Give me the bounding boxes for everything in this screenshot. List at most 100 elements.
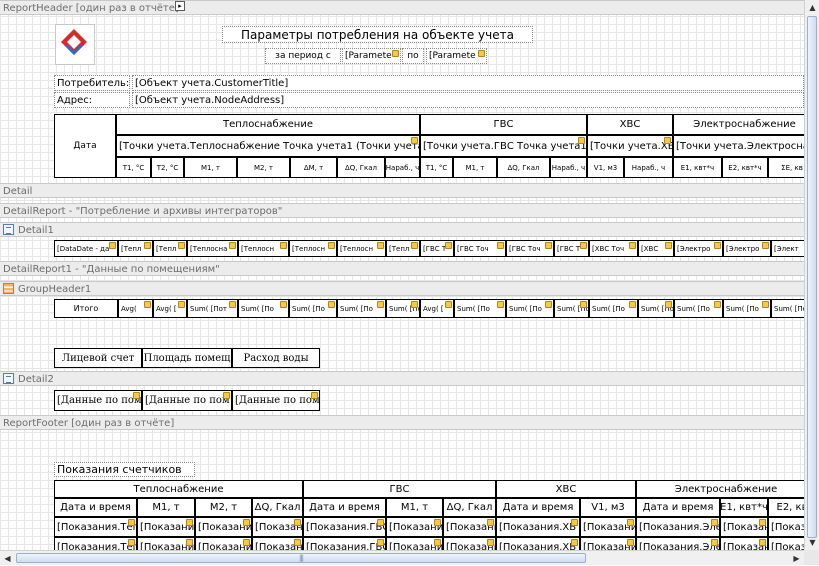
meters-row1-cell-9[interactable]: [Показания.Эле <box>636 517 720 537</box>
band-report-footer[interactable]: ReportFooter [один раз в отчёте] <box>0 415 804 430</box>
consumer-label[interactable]: Потребитель: <box>54 75 130 91</box>
detail1-cell-10[interactable]: [ГВС Точ <box>506 240 554 257</box>
meters-col-header-5[interactable]: M1, т <box>386 498 443 517</box>
param-col-header-12[interactable]: Нараб., ч <box>624 157 673 178</box>
param-col-header-5[interactable]: ΔQ, Гкал <box>337 157 385 178</box>
param-col-header-9[interactable]: ΔQ, Гкал <box>497 157 550 178</box>
meters-col-header-0[interactable]: Дата и время <box>54 498 137 517</box>
group-header-3[interactable]: Электроснабжение <box>673 114 804 135</box>
param-col-header-8[interactable]: M1, т <box>453 157 497 178</box>
group-header-cell-15[interactable]: Sum( [По <box>723 299 771 318</box>
band-detail-report[interactable]: DetailReport - "Потребление и архивы инт… <box>0 203 804 218</box>
meters-group-header-2[interactable]: ХВС <box>496 480 636 498</box>
meters-row2-cell-0[interactable]: [Показания.Теп <box>54 537 137 550</box>
scroll-down-icon[interactable]: ▼ <box>805 535 819 550</box>
meters-title[interactable]: Показания счетчиков <box>54 462 195 477</box>
group-header-cell-14[interactable]: Sum( [По <box>674 299 723 318</box>
param-col-header-6[interactable]: Нараб., ч <box>385 157 420 178</box>
premises-header-2[interactable]: Расход воды <box>232 348 320 368</box>
group-header-cell-0[interactable]: Итого <box>54 299 118 318</box>
detail1-cell-2[interactable]: [Тепл <box>153 240 187 257</box>
detail1-cell-11[interactable]: [ГВС Т <box>554 240 589 257</box>
param-col-header-15[interactable]: ΣE, кв <box>768 157 804 178</box>
detail1-cell-13[interactable]: [ХВС <box>638 240 674 257</box>
meters-group-header-1[interactable]: ГВС <box>303 480 496 498</box>
meters-row2-cell-5[interactable]: [Показани <box>386 537 443 550</box>
report-title[interactable]: Параметры потребления на объекте учета <box>222 26 533 43</box>
meters-group-header-0[interactable]: Теплоснабжение <box>54 480 303 498</box>
date-column-header[interactable]: Дата <box>54 114 116 178</box>
detail1-cell-14[interactable]: [Электро <box>674 240 723 257</box>
consumer-value[interactable]: [Объект учета.CustomerTitle] <box>132 75 804 91</box>
meters-row2-cell-2[interactable]: [Показани <box>195 537 252 550</box>
address-value[interactable]: [Объект учета.NodeAddress] <box>132 92 804 108</box>
scroll-right-icon[interactable]: ▶ <box>789 551 804 566</box>
meters-row2-cell-9[interactable]: [Показания.Эле <box>636 537 720 550</box>
meters-row1-cell-11[interactable]: [Показа <box>768 517 804 537</box>
premises-header-0[interactable]: Лицевой счет <box>54 348 142 368</box>
meters-row1-cell-6[interactable]: [Показани <box>443 517 496 537</box>
band-report-header[interactable]: ReportHeader [один раз в отчёте] <box>0 0 804 15</box>
meters-col-header-3[interactable]: ΔQ, Гкал <box>252 498 303 517</box>
detail1-cell-3[interactable]: [Теплосна <box>187 240 238 257</box>
premises-data-1[interactable]: [Данные по пом <box>142 390 232 411</box>
meters-row1-cell-10[interactable]: [Показан <box>720 517 768 537</box>
band-detail[interactable]: Detail <box>0 183 804 198</box>
detail1-cell-15[interactable]: [Электро <box>723 240 771 257</box>
premises-data-2[interactable]: [Данные по пом <box>232 390 320 411</box>
param-col-header-10[interactable]: Нараб., ч <box>550 157 587 178</box>
meters-col-header-1[interactable]: M1, т <box>137 498 195 517</box>
meters-row2-cell-1[interactable]: [Показани <box>137 537 195 550</box>
premises-data-0[interactable]: [Данные по пом <box>54 390 142 411</box>
detail1-cell-4[interactable]: [Теплосн <box>238 240 289 257</box>
detail1-cell-12[interactable]: [ХВС Точ <box>589 240 638 257</box>
group-header-cell-5[interactable]: Sum( [По <box>289 299 337 318</box>
meters-row2-cell-8[interactable]: [Показани <box>580 537 636 550</box>
period-label[interactable]: за период с <box>265 48 341 64</box>
meters-row1-cell-3[interactable]: [Показани <box>252 517 303 537</box>
meters-row2-cell-6[interactable]: [Показани <box>443 537 496 550</box>
meters-row1-cell-8[interactable]: [Показани <box>580 517 636 537</box>
period-to-field[interactable]: [Paramete <box>426 48 487 64</box>
group-header-cell-11[interactable]: Sum( [По <box>554 299 589 318</box>
detail1-cell-1[interactable]: [Тепл <box>118 240 153 257</box>
period-to-label[interactable]: по <box>402 48 424 64</box>
meters-row1-cell-0[interactable]: [Показания.Теп <box>54 517 137 537</box>
vertical-scroll-thumb[interactable] <box>807 16 817 538</box>
param-col-header-14[interactable]: E2, квт*ч <box>722 157 768 178</box>
horizontal-scrollbar[interactable]: ◀ ||| ▶ <box>0 550 804 565</box>
param-col-header-11[interactable]: V1, м3 <box>587 157 624 178</box>
company-logo[interactable] <box>55 24 95 65</box>
group-header-cell-7[interactable]: Sum( [По <box>386 299 420 318</box>
detail1-cell-9[interactable]: [ГВС Точ <box>454 240 506 257</box>
band-detail2[interactable]: Detail2 <box>0 371 804 386</box>
point-header-0[interactable]: [Точки учета.Теплоснабжение Точка учета1… <box>116 135 420 157</box>
meters-row1-cell-2[interactable]: [Показани <box>195 517 252 537</box>
meters-row2-cell-11[interactable]: [Показа <box>768 537 804 550</box>
meters-col-header-8[interactable]: V1, м3 <box>580 498 636 517</box>
vertical-scrollbar[interactable]: ▲ ▼ <box>804 0 819 550</box>
param-col-header-3[interactable]: M2, т <box>237 157 290 178</box>
band-group-header1[interactable]: GroupHeader1 <box>0 281 804 296</box>
group-header-cell-6[interactable]: Sum( [По <box>337 299 386 318</box>
point-header-2[interactable]: [Точки учета.ХВ <box>587 135 673 157</box>
group-header-cell-1[interactable]: Avg( <box>118 299 153 318</box>
meters-row1-cell-1[interactable]: [Показани <box>137 517 195 537</box>
period-from-field[interactable]: [Paramete <box>342 48 401 64</box>
scroll-left-icon[interactable]: ◀ <box>0 551 15 566</box>
meters-row2-cell-4[interactable]: [Показания.ГВС <box>303 537 386 550</box>
meters-row1-cell-4[interactable]: [Показания.ГВС <box>303 517 386 537</box>
group-header-1[interactable]: ГВС <box>420 114 587 135</box>
meters-row1-cell-5[interactable]: [Показани <box>386 517 443 537</box>
detail1-cell-16[interactable]: [Элект <box>771 240 804 257</box>
group-header-cell-2[interactable]: Avg( [ <box>153 299 187 318</box>
detail1-cell-7[interactable]: [Тепл <box>386 240 420 257</box>
param-col-header-0[interactable]: T1, °C <box>116 157 151 178</box>
group-header-cell-10[interactable]: Sum( [По <box>506 299 554 318</box>
point-header-3[interactable]: [Точки учета.Электросна <box>673 135 804 157</box>
meters-col-header-9[interactable]: Дата и время <box>636 498 720 517</box>
point-header-1[interactable]: [Точки учета.ГВС Точка учета1 ( <box>420 135 587 157</box>
detail1-cell-5[interactable]: [Теплосн <box>289 240 337 257</box>
band-detail-report1[interactable]: DetailReport1 - "Данные по помещениям" <box>0 261 804 276</box>
group-header-cell-13[interactable]: Sum( [По <box>638 299 674 318</box>
